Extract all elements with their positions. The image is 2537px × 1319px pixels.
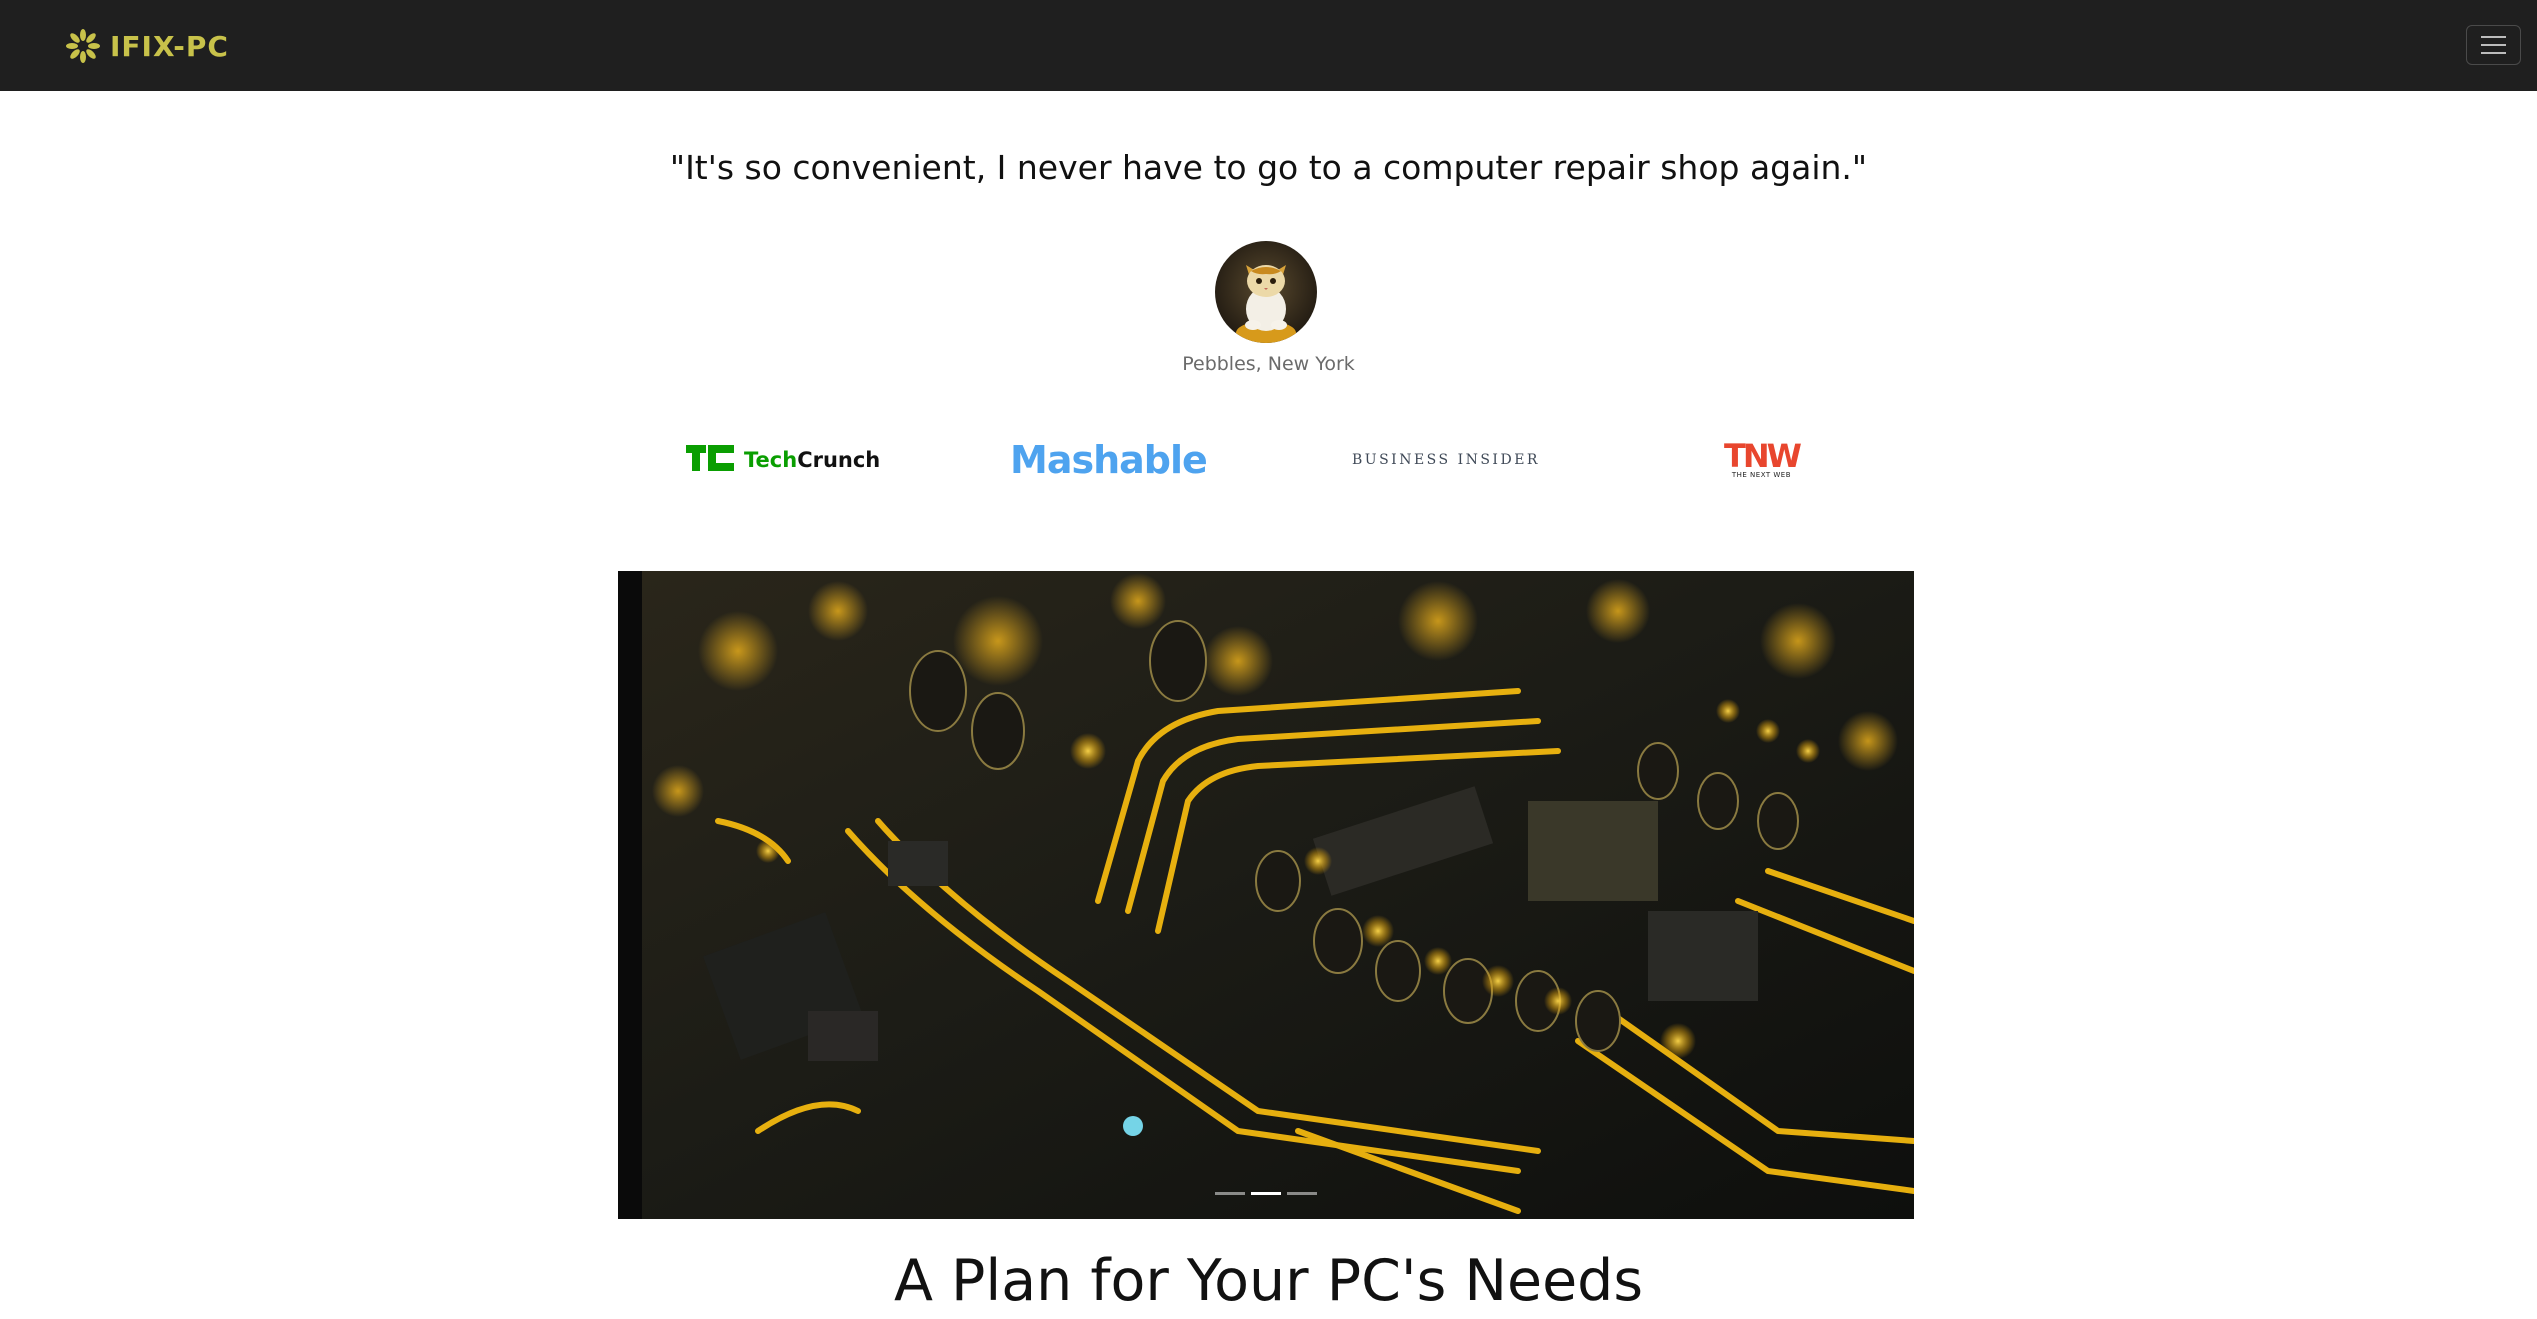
techcrunch-wordmark: TechCrunch <box>744 448 880 472</box>
carousel-indicator-3[interactable] <box>1287 1192 1317 1195</box>
techcrunch-prefix: Tech <box>744 448 798 472</box>
techcrunch-suffix: Crunch <box>797 448 881 472</box>
techcrunch-icon <box>686 445 734 471</box>
gear-flower-icon <box>66 29 100 63</box>
image-carousel[interactable] <box>618 571 1914 1219</box>
cat-avatar-icon <box>1215 241 1317 343</box>
tnw-subtext: THE NEXT WEB <box>1731 471 1792 479</box>
hamburger-icon <box>2481 36 2506 38</box>
testimonial-quote: "It's so convenient, I never have to go … <box>669 148 1868 187</box>
mashable-logo: Mashable <box>1010 438 1208 482</box>
tnw-logo: TNW THE NEXT WEB <box>1724 430 1802 490</box>
brand-link[interactable]: IFIX-PC <box>66 26 229 66</box>
carousel-indicator-1[interactable] <box>1215 1192 1245 1195</box>
hamburger-icon-bar <box>2481 52 2506 54</box>
techcrunch-logo: TechCrunch <box>686 430 880 490</box>
business-insider-logo: BUSINESS INSIDER <box>1352 452 1540 468</box>
tnw-wordmark: TNW <box>1724 437 1802 475</box>
press-logos: TechCrunch Mashable BUSINESS INSIDER TNW… <box>0 430 2537 490</box>
navbar: IFIX-PC <box>0 0 2537 91</box>
menu-toggle-button[interactable] <box>2466 25 2521 65</box>
carousel-indicator-2[interactable] <box>1251 1192 1281 1195</box>
hamburger-icon-bar <box>2481 44 2506 46</box>
avatar <box>1215 241 1317 343</box>
circuit-board-image <box>618 571 1914 1219</box>
brand-name: IFIX-PC <box>110 29 229 63</box>
section-title: A Plan for Your PC's Needs <box>893 1248 1644 1314</box>
carousel-indicators <box>618 1192 1914 1195</box>
testimonial-author: Pebbles, New York <box>1182 353 1355 375</box>
